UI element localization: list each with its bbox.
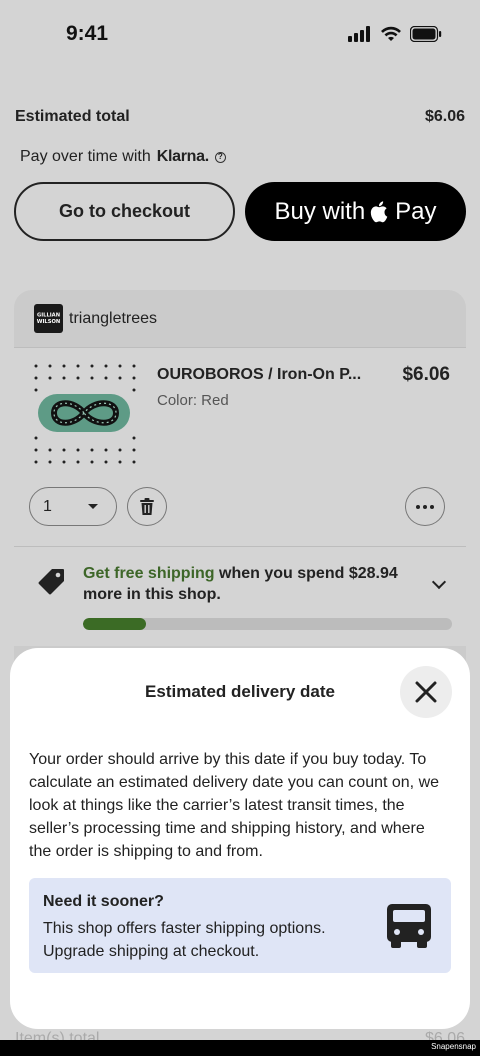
shop-avatar: GILLIAN WILSON (34, 304, 63, 333)
trash-icon (140, 497, 154, 515)
need-it-sooner-title: Need it sooner? (43, 893, 164, 910)
caret-down-icon (88, 504, 98, 509)
more-options-button[interactable] (405, 487, 445, 526)
free-shipping-text: Get free shipping when you spend $28.94 … (83, 563, 413, 605)
wifi-icon (381, 26, 401, 41)
more-horizontal-icon (416, 504, 434, 509)
free-shipping-progress (83, 618, 452, 630)
price-tag-icon (38, 569, 64, 595)
status-icons (348, 26, 442, 42)
info-icon[interactable]: ? (214, 151, 226, 163)
quantity-value: 1 (43, 497, 52, 515)
chevron-down-icon[interactable] (431, 574, 447, 590)
klarna-logo: Klarna. (156, 148, 209, 165)
shop-logo-icon: GILLIAN WILSON (37, 313, 60, 326)
shop-header[interactable]: GILLIAN WILSON triangletrees (14, 290, 466, 348)
estimated-total-label: Estimated total (15, 108, 130, 125)
watermark: Snapensnap (431, 1042, 476, 1051)
product-image (34, 364, 136, 464)
apple-pay-suffix: Pay (395, 197, 437, 225)
truck-icon (387, 904, 431, 948)
svg-text:WILSON: WILSON (37, 319, 60, 325)
quantity-select[interactable]: 1 (29, 487, 117, 526)
product-variant: Color: Red (157, 392, 229, 409)
product-price: $6.06 (402, 364, 450, 385)
need-it-sooner-text: This shop offers faster shipping options… (43, 920, 326, 960)
apple-pay-prefix: Buy with (274, 197, 366, 225)
estimated-total-row: Estimated total $6.06 (15, 108, 465, 126)
go-to-checkout-label: Go to checkout (58, 201, 190, 221)
svg-text:GILLIAN: GILLIAN (37, 313, 60, 319)
klarna-row[interactable]: Pay over time with Klarna. ? (20, 148, 226, 166)
shop-card: GILLIAN WILSON triangletrees OUROBOROS /… (14, 290, 466, 710)
shop-name[interactable]: triangletrees (69, 310, 157, 328)
free-shipping-progress-fill (83, 618, 146, 630)
status-time: 9:41 (66, 22, 109, 45)
bottom-bar: Snapensnap (0, 1040, 480, 1056)
close-button[interactable] (400, 666, 452, 718)
klarna-prefix: Pay over time with (20, 148, 151, 165)
sheet-description: Your order should arrive by this date if… (29, 751, 440, 860)
need-it-sooner-callout: Need it sooner? This shop offers faster … (29, 878, 451, 973)
estimated-total-value: $6.06 (424, 108, 465, 125)
cart-item: OUROBOROS / Iron-On P... $6.06 Color: Re… (14, 348, 466, 546)
product-thumbnail[interactable] (30, 360, 142, 472)
apple-logo-icon (371, 201, 388, 223)
remove-item-button[interactable] (127, 487, 167, 526)
battery-icon (410, 26, 442, 42)
product-title[interactable]: OUROBOROS / Iron-On P... (157, 366, 377, 384)
cellular-signal-icon (348, 26, 370, 42)
free-shipping-banner[interactable]: Get free shipping when you spend $28.94 … (14, 546, 466, 646)
go-to-checkout-button[interactable]: Go to checkout (14, 182, 235, 241)
status-bar: 9:41 (0, 0, 480, 70)
close-icon (415, 681, 437, 703)
buy-with-apple-pay-button[interactable]: Buy with Pay (245, 182, 466, 241)
free-shipping-highlight: Get free shipping (83, 565, 215, 582)
delivery-date-sheet: Estimated delivery date Your order shoul… (10, 648, 470, 1029)
